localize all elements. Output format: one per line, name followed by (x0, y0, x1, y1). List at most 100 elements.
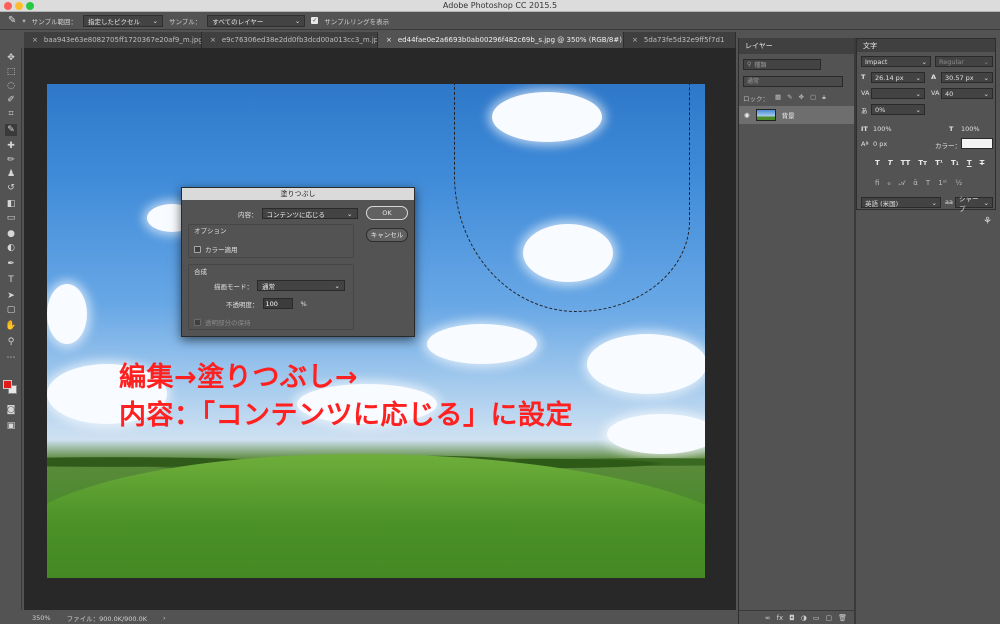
titling-alternates-icon[interactable]: T (926, 179, 930, 188)
all-caps-icon[interactable]: TT (901, 159, 911, 167)
layer-name: 背景 (781, 112, 795, 120)
move-tool-icon[interactable]: ✥ (5, 52, 17, 64)
tsume-input[interactable]: 0% ⌄ (871, 104, 925, 115)
new-layer-icon[interactable]: ▢ (825, 614, 832, 622)
gradient-tool-icon[interactable]: ▭ (5, 212, 17, 224)
document-tab-active[interactable]: × ed44fae0e2a6693b0ab00296f482c69b_s.jpg… (378, 32, 624, 48)
zoom-tool-icon[interactable]: ⚲ (5, 336, 17, 348)
crop-tool-icon[interactable]: ⌗ (5, 108, 17, 120)
font-family-select[interactable]: Impact ⌄ (861, 56, 931, 67)
blend-mode-select[interactable]: 通常 (743, 76, 843, 87)
strikethrough-icon[interactable]: T (980, 159, 985, 167)
chevron-right-icon[interactable]: › (163, 614, 166, 622)
tab-close-icon[interactable]: × (32, 36, 38, 44)
lasso-selection[interactable] (454, 84, 690, 312)
brush-tool-icon[interactable]: ✏ (5, 154, 17, 166)
subscript-icon[interactable]: T₁ (951, 159, 959, 167)
layer-filter-select[interactable]: ⚲ 種類 (743, 59, 821, 70)
eyedropper-icon[interactable]: ✎ (8, 15, 16, 26)
tab-close-icon[interactable]: × (386, 36, 392, 44)
foreground-color-swatch[interactable] (3, 380, 12, 389)
lasso-tool-icon[interactable]: ◌ (5, 80, 17, 92)
swash-icon[interactable]: 𝒜 (899, 179, 906, 188)
sample-select[interactable]: すべてのレイヤー ⌄ (207, 14, 306, 27)
lock-all-icon[interactable]: 🔒︎ (822, 93, 825, 103)
baseline-shift-input[interactable]: 0 px (873, 140, 887, 148)
fractions-icon[interactable]: ½ (955, 179, 962, 188)
path-select-tool-icon[interactable]: ➤ (5, 290, 17, 302)
kerning-input[interactable]: ⌄ (871, 88, 925, 99)
blur-tool-icon[interactable]: ● (5, 228, 17, 240)
font-family-value: Impact (865, 57, 888, 66)
horizontal-scale-input[interactable]: 100% (961, 125, 980, 133)
layer-row-background[interactable]: ◉ 背景 (739, 106, 855, 124)
hand-tool-icon[interactable]: ✋ (5, 320, 17, 332)
vertical-scale-input[interactable]: 100% (873, 125, 892, 133)
tracking-input[interactable]: 40 ⌄ (941, 88, 993, 99)
tab-close-icon[interactable]: × (632, 36, 638, 44)
healing-brush-tool-icon[interactable]: ✚ (5, 140, 17, 152)
folder-icon[interactable]: ▭ (813, 614, 820, 622)
fx-icon[interactable]: fx (777, 614, 784, 622)
quick-select-tool-icon[interactable]: ✐ (5, 94, 17, 106)
mode-select[interactable]: 通常 ⌄ (257, 280, 345, 291)
visibility-eye-icon[interactable]: ◉ (744, 111, 750, 119)
stylistic-alternates-icon[interactable]: ᾱ (913, 179, 918, 188)
adjustment-icon[interactable]: ◑ (801, 614, 807, 622)
sample-size-select[interactable]: 指定したピクセル ⌄ (82, 14, 163, 27)
tab-character[interactable]: 文字 (857, 39, 995, 52)
document-tab[interactable]: × 5da73fe5d32e9ff5f7d1 (624, 32, 736, 48)
layers-footer: ∞ fx ◘ ◑ ▭ ▢ 🗑︎ (739, 610, 855, 624)
ligature-icon[interactable]: fi (875, 179, 879, 188)
ok-button[interactable]: OK (366, 206, 408, 220)
faux-italic-icon[interactable]: T (888, 159, 893, 167)
opacity-input[interactable]: 100 (262, 298, 293, 309)
status-bar: 350% ファイル：900.0K/900.0K › (24, 612, 736, 624)
leading-input[interactable]: 30.57 px ⌄ (941, 72, 993, 83)
eraser-tool-icon[interactable]: ◧ (5, 198, 17, 210)
mask-icon[interactable]: ◘ (789, 614, 795, 622)
contents-select[interactable]: コンテンツに応じる ⌄ (261, 208, 358, 219)
screen-mode-icon[interactable]: ▣ (5, 420, 17, 432)
cancel-button[interactable]: キャンセル (366, 228, 408, 242)
lock-paint-icon[interactable]: ✎ (787, 93, 792, 103)
small-caps-icon[interactable]: Tт (918, 159, 927, 167)
type-tool-icon[interactable]: T (5, 274, 17, 286)
eyedropper-tool-icon[interactable]: ✎ (5, 124, 17, 136)
zoom-level[interactable]: 350% (32, 614, 51, 622)
faux-bold-icon[interactable]: T (875, 159, 880, 167)
trash-icon[interactable]: 🗑︎ (838, 614, 847, 622)
font-style-select[interactable]: Regular ⌄ (935, 56, 993, 67)
tool-preset-dropdown[interactable]: ▾ (22, 17, 25, 25)
dodge-tool-icon[interactable]: ◐ (5, 242, 17, 254)
language-select[interactable]: 英語 (米国) ⌄ (861, 197, 941, 208)
text-color-swatch[interactable] (961, 138, 993, 149)
link-icon[interactable]: ∞ (765, 614, 771, 622)
tracking-icon: VA (931, 89, 940, 97)
clone-stamp-tool-icon[interactable]: ♟ (5, 168, 17, 180)
underline-icon[interactable]: T (967, 159, 972, 167)
ordinals-icon[interactable]: 1ˢᵗ (938, 179, 947, 188)
font-size-input[interactable]: 26.14 px ⌄ (871, 72, 925, 83)
color-adapt-checkbox[interactable] (194, 245, 201, 253)
lock-pixels-icon[interactable]: ▦ (775, 93, 781, 103)
more-tools-icon[interactable]: ⋯ (5, 352, 17, 364)
show-ring-checkbox[interactable]: ✓ (311, 17, 319, 24)
preserve-checkbox[interactable] (194, 318, 201, 326)
lock-position-icon[interactable]: ✥ (799, 93, 804, 103)
tab-close-icon[interactable]: × (210, 36, 216, 44)
brush-presets-icon[interactable]: ⚘ (983, 216, 992, 227)
document-tab[interactable]: × baa943e63e8082705ff1720367e20af9_m.jpg (24, 32, 202, 48)
lock-artboard-icon[interactable]: ▢ (810, 93, 816, 103)
superscript-icon[interactable]: T¹ (935, 159, 943, 167)
quick-mask-icon[interactable]: ◙ (5, 404, 17, 416)
history-brush-tool-icon[interactable]: ↺ (5, 182, 17, 194)
tab-layers[interactable]: レイヤー (739, 38, 854, 54)
pen-tool-icon[interactable]: ✒ (5, 258, 17, 270)
antialias-select[interactable]: シャープ ⌄ (955, 195, 993, 213)
document-tab[interactable]: × e9c76306ed38e2dd0fb3dcd00a013cc3_m.jpg (202, 32, 378, 48)
chevron-down-icon: ⌄ (983, 73, 989, 82)
shape-tool-icon[interactable]: ▢ (5, 304, 17, 316)
marquee-tool-icon[interactable]: ⬚ (5, 66, 17, 78)
discretionary-ligature-icon[interactable]: ℴ (887, 179, 890, 188)
